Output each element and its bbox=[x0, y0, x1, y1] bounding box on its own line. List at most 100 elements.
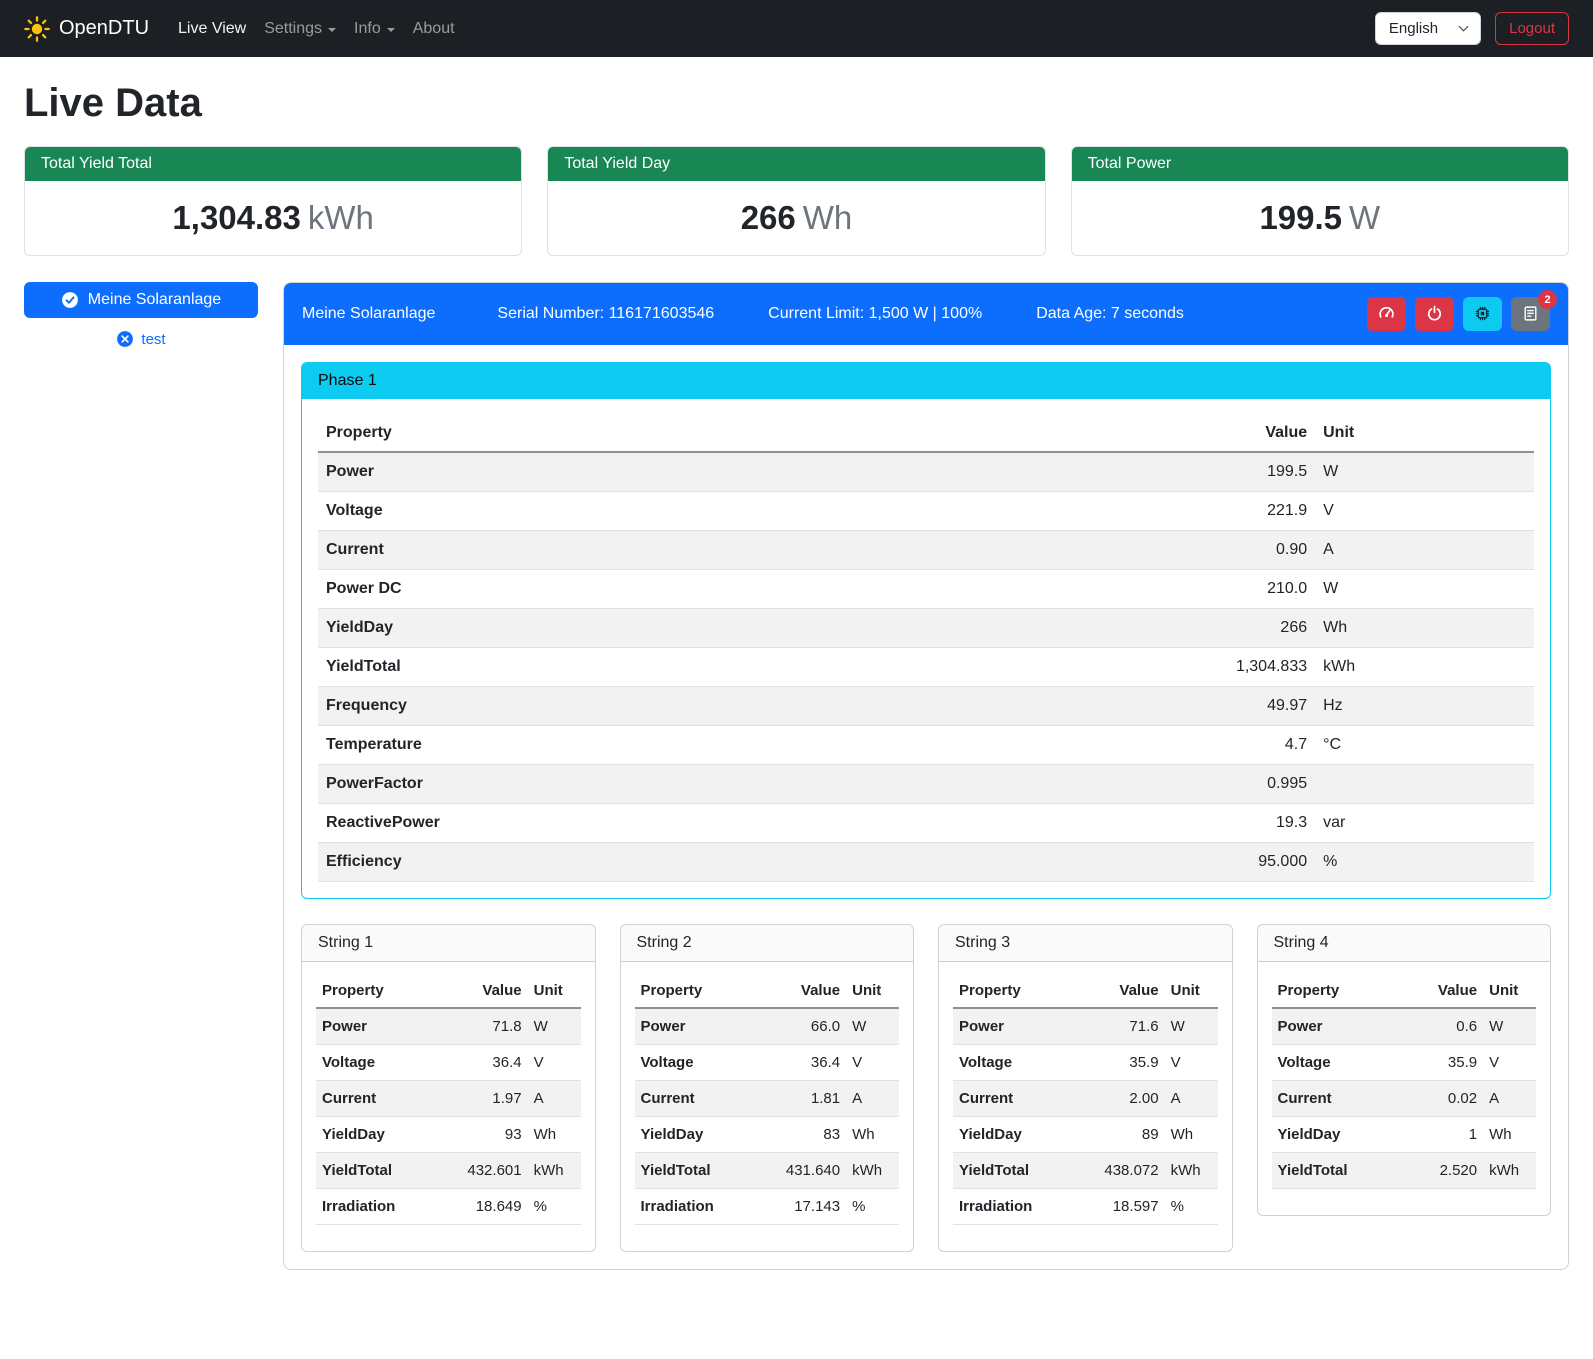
table-row: Irradiation18.597% bbox=[953, 1189, 1218, 1225]
unit-cell: kWh bbox=[1165, 1153, 1218, 1189]
property-cell: Voltage bbox=[318, 492, 915, 531]
string-2-body: Property Value Unit Power66.0WVoltage36.… bbox=[621, 962, 914, 1251]
property-cell: Irradiation bbox=[953, 1189, 1072, 1225]
string-2-card: String 2 Property Value Unit bbox=[620, 924, 915, 1252]
sidebar-item-test[interactable]: test bbox=[24, 330, 258, 348]
property-cell: Voltage bbox=[316, 1045, 435, 1081]
string-1-table-body: Power71.8WVoltage36.4VCurrent1.97AYieldD… bbox=[316, 1008, 581, 1225]
property-cell: Power bbox=[953, 1008, 1072, 1045]
column-property: Property bbox=[318, 415, 915, 452]
property-cell: ReactivePower bbox=[318, 804, 915, 843]
event-log-icon bbox=[1522, 305, 1540, 323]
strings-row: String 1 Property Value Unit bbox=[301, 924, 1551, 1252]
property-cell: YieldTotal bbox=[1272, 1153, 1402, 1189]
string-4-table: Property Value Unit Power0.6WVoltage35.9… bbox=[1272, 974, 1537, 1189]
property-cell: Voltage bbox=[1272, 1045, 1402, 1081]
summary-card-row: Total Yield Total 1,304.83kWh Total Yiel… bbox=[24, 146, 1569, 256]
value-cell: 432.601 bbox=[435, 1153, 527, 1189]
unit-cell: Wh bbox=[1483, 1117, 1536, 1153]
property-cell: Power bbox=[1272, 1008, 1402, 1045]
unit-cell: % bbox=[1315, 843, 1534, 882]
nav-info-label: Info bbox=[354, 20, 381, 38]
nav-info[interactable]: Info bbox=[345, 12, 404, 46]
language-select[interactable]: English bbox=[1375, 12, 1481, 45]
event-log-button[interactable]: 2 bbox=[1511, 297, 1550, 331]
check-circle-icon bbox=[61, 291, 79, 309]
unit-cell: kWh bbox=[846, 1153, 899, 1189]
string-1-table: Property Value Unit Power71.8WVoltage36.… bbox=[316, 974, 581, 1225]
string-3-title: String 3 bbox=[939, 925, 1232, 962]
table-row: Power199.5W bbox=[318, 452, 1534, 492]
property-cell: Voltage bbox=[953, 1045, 1072, 1081]
property-cell: Current bbox=[318, 531, 915, 570]
column-property: Property bbox=[1272, 974, 1402, 1008]
unit-cell: W bbox=[1483, 1008, 1536, 1045]
unit-cell: W bbox=[1315, 570, 1534, 609]
value-cell: 210.0 bbox=[915, 570, 1316, 609]
property-cell: Current bbox=[316, 1081, 435, 1117]
nav-about-label: About bbox=[413, 20, 455, 38]
phase-1-card: Phase 1 Property Value Unit Power199.5WV… bbox=[301, 362, 1551, 899]
logout-button[interactable]: Logout bbox=[1495, 12, 1569, 45]
unit-cell: V bbox=[1483, 1045, 1536, 1081]
card-header: Total Yield Total bbox=[25, 147, 521, 181]
table-header-row: Property Value Unit bbox=[1272, 974, 1537, 1008]
unit-cell: A bbox=[528, 1081, 581, 1117]
power-button[interactable] bbox=[1415, 297, 1454, 331]
string-4-title: String 4 bbox=[1258, 925, 1551, 962]
table-header-row: Property Value Unit bbox=[316, 974, 581, 1008]
event-count-badge: 2 bbox=[1538, 290, 1557, 309]
table-header-row: Property Value Unit bbox=[318, 415, 1534, 452]
card-body: 199.5W bbox=[1072, 181, 1568, 255]
sidebar-item-meine-solaranlage[interactable]: Meine Solaranlage bbox=[24, 282, 258, 318]
property-cell: Current bbox=[635, 1081, 754, 1117]
string-2-table-body: Power66.0WVoltage36.4VCurrent1.81AYieldD… bbox=[635, 1008, 900, 1225]
string-1-title: String 1 bbox=[302, 925, 595, 962]
sun-icon bbox=[24, 16, 50, 42]
value-cell: 18.597 bbox=[1072, 1189, 1164, 1225]
unit-cell: W bbox=[846, 1008, 899, 1045]
unit-cell: A bbox=[1483, 1081, 1536, 1117]
value-cell: 18.649 bbox=[435, 1189, 527, 1225]
value-cell: 431.640 bbox=[754, 1153, 846, 1189]
value-cell: 93 bbox=[435, 1117, 527, 1153]
unit-cell: V bbox=[846, 1045, 899, 1081]
table-row: YieldDay83Wh bbox=[635, 1117, 900, 1153]
nav-about[interactable]: About bbox=[404, 12, 464, 46]
brand-label: OpenDTU bbox=[59, 17, 149, 40]
nav-settings[interactable]: Settings bbox=[255, 12, 345, 46]
card-total-yield-total: Total Yield Total 1,304.83kWh bbox=[24, 146, 522, 256]
nav-live-view[interactable]: Live View bbox=[169, 12, 255, 46]
value-cell: 36.4 bbox=[754, 1045, 846, 1081]
property-cell: Voltage bbox=[635, 1045, 754, 1081]
table-row: YieldDay266Wh bbox=[318, 609, 1534, 648]
inverter-limit: Current Limit: 1,500 W | 100% bbox=[768, 305, 982, 323]
unit-cell: V bbox=[1315, 492, 1534, 531]
card-body: 266Wh bbox=[548, 181, 1044, 255]
inverter-panel: Meine Solaranlage Serial Number: 1161716… bbox=[283, 282, 1569, 1270]
value-cell: 17.143 bbox=[754, 1189, 846, 1225]
unit-cell: Wh bbox=[846, 1117, 899, 1153]
value-cell: 0.90 bbox=[915, 531, 1316, 570]
column-unit: Unit bbox=[1165, 974, 1218, 1008]
property-cell: Efficiency bbox=[318, 843, 915, 882]
table-row: YieldTotal432.601kWh bbox=[316, 1153, 581, 1189]
gauge-icon bbox=[1378, 305, 1396, 323]
unit-cell: °C bbox=[1315, 726, 1534, 765]
device-info-button[interactable] bbox=[1463, 297, 1502, 331]
value-cell: 0.995 bbox=[915, 765, 1316, 804]
table-row: YieldDay1Wh bbox=[1272, 1117, 1537, 1153]
string-2-title: String 2 bbox=[621, 925, 914, 962]
inverter-serial: Serial Number: 116171603546 bbox=[497, 305, 714, 323]
property-cell: Current bbox=[953, 1081, 1072, 1117]
column-unit: Unit bbox=[1315, 415, 1534, 452]
brand-link[interactable]: OpenDTU bbox=[24, 16, 149, 42]
property-cell: YieldDay bbox=[316, 1117, 435, 1153]
value-cell: 1.97 bbox=[435, 1081, 527, 1117]
table-row: Voltage35.9V bbox=[953, 1045, 1218, 1081]
limit-settings-button[interactable] bbox=[1367, 297, 1406, 331]
card-total-yield-day: Total Yield Day 266Wh bbox=[547, 146, 1045, 256]
total-yield-total-value: 1,304.83 bbox=[172, 199, 300, 236]
property-cell: YieldTotal bbox=[953, 1153, 1072, 1189]
unit-cell: % bbox=[846, 1189, 899, 1225]
